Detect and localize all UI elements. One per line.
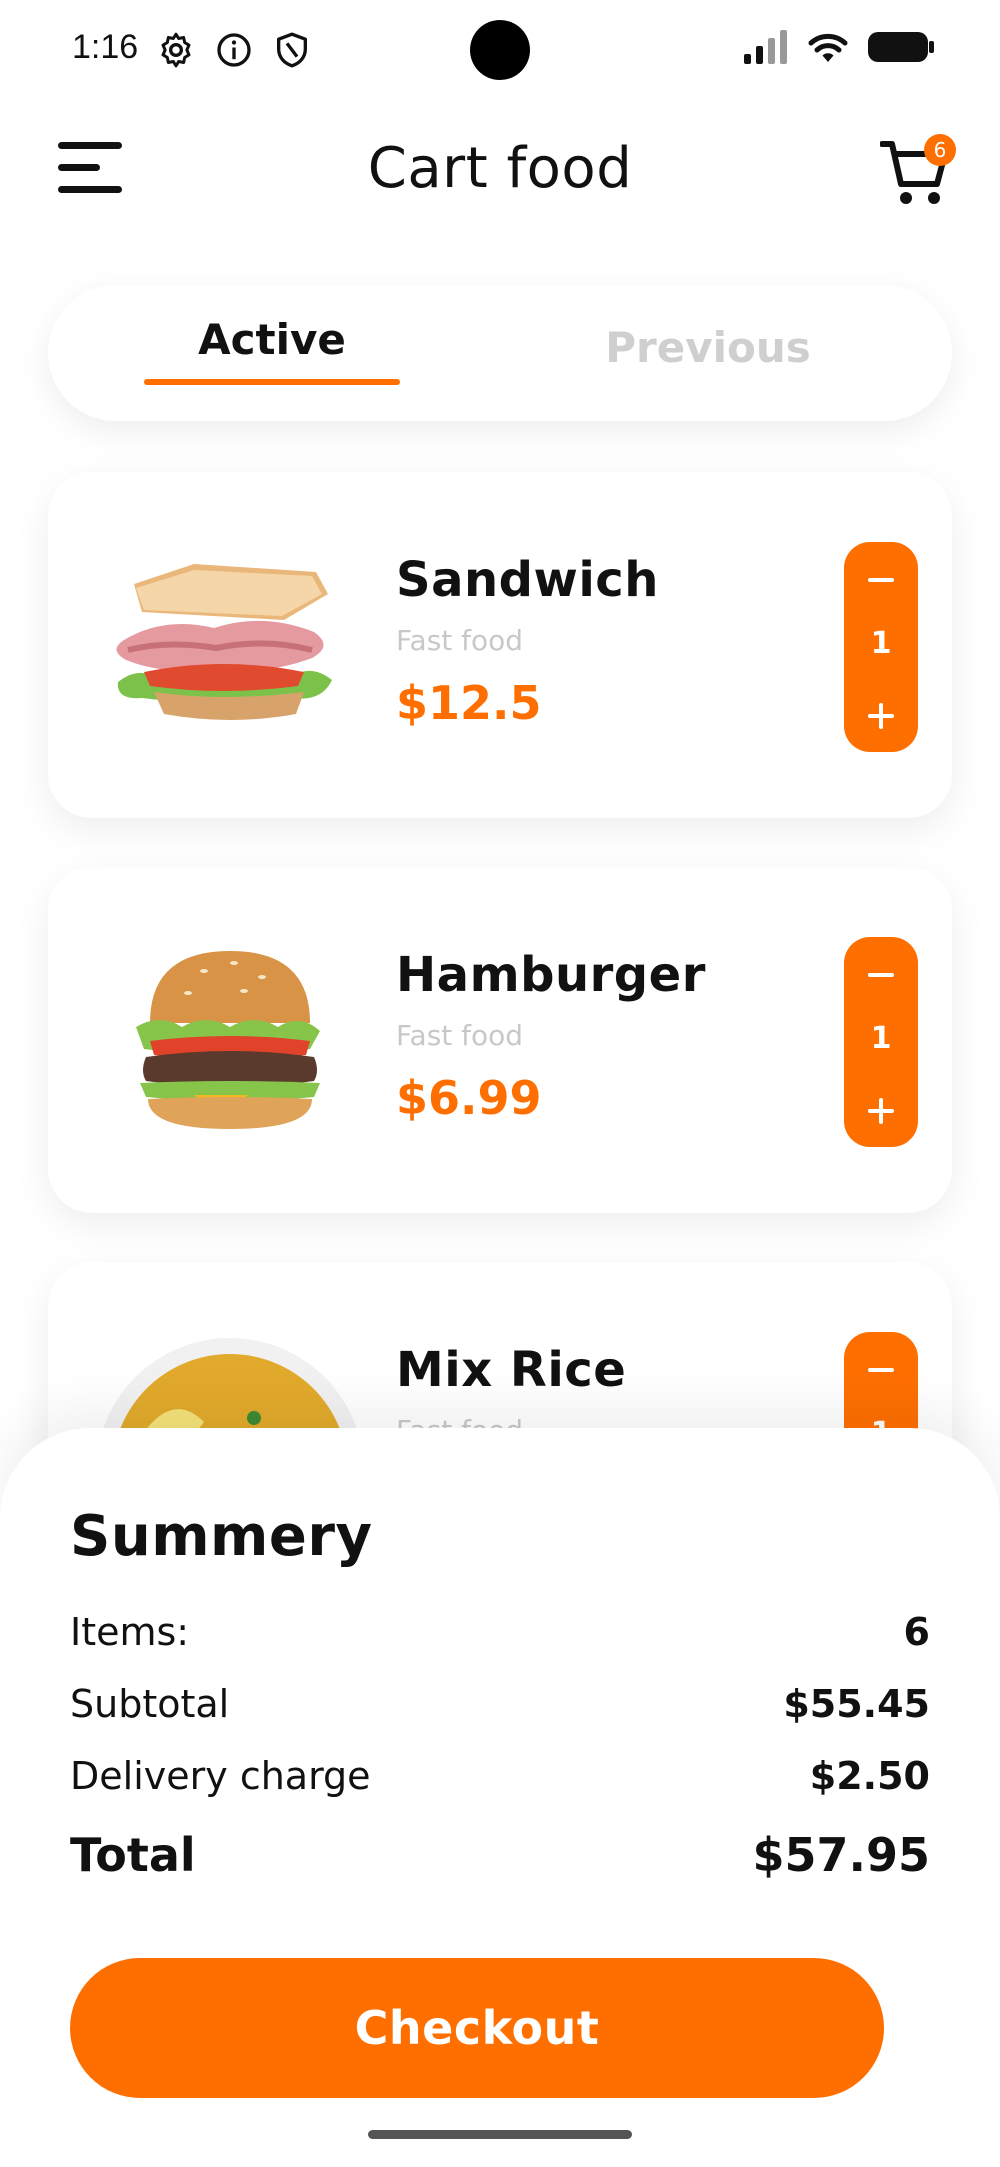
item-name: Hamburger [396,947,706,1003]
status-left-icons [156,30,312,70]
app-header: Cart food 6 [0,120,1000,220]
sandwich-image [116,564,332,720]
item-name: Mix Rice [396,1342,627,1398]
items-label: Items: [70,1610,190,1654]
cart-item-card: Hamburger Fast food $6.99 1 [48,867,952,1213]
item-category: Fast food [396,1019,524,1052]
item-price: $6.99 [396,1071,542,1125]
status-bar: 1:16 [0,0,1000,100]
item-category: Fast food [396,624,524,657]
plus-icon [868,1098,894,1124]
checkout-button[interactable]: Checkout [70,1958,884,2098]
cart-item-card: Sandwich Fast food $12.5 1 [48,472,952,818]
tab-previous[interactable]: Previous [578,323,838,403]
page-title: Cart food [367,136,633,201]
quantity-value: 1 [870,1021,892,1056]
delivery-value: $2.50 [809,1754,930,1798]
summary-items-row: Items: 6 [70,1610,930,1660]
quantity-value: 1 [870,626,892,661]
decrease-button[interactable] [844,945,918,1005]
minus-icon [868,578,894,582]
order-tabs: Active Previous [48,285,952,421]
cart-count-badge: 6 [924,134,956,166]
decrease-button[interactable] [844,1340,918,1400]
quantity-stepper: 1 [844,542,918,752]
item-name: Sandwich [396,552,659,608]
minus-icon [868,973,894,977]
increase-button[interactable] [844,686,918,746]
summary-subtotal-row: Subtotal $55.45 [70,1682,930,1732]
signal-icon [744,30,787,64]
decrease-button[interactable] [844,550,918,610]
shield-icon [277,32,307,68]
total-value: $57.95 [752,1828,930,1882]
summary-delivery-row: Delivery charge $2.50 [70,1754,930,1804]
minus-icon [868,1368,894,1372]
tab-active-label: Active [198,315,346,364]
subtotal-label: Subtotal [70,1682,230,1726]
total-label: Total [70,1828,196,1882]
home-indicator [368,2130,632,2139]
tab-previous-label: Previous [605,323,811,372]
item-price: $12.5 [396,676,542,730]
camera-cutout [470,20,530,80]
cart-button[interactable]: 6 [879,130,956,210]
wifi-icon [808,33,848,62]
plus-icon [868,703,894,729]
status-right-icons [744,30,934,64]
settings-icon [161,32,191,68]
tab-active-underline [144,379,400,385]
battery-icon [868,32,934,62]
info-icon [217,33,251,67]
quantity-stepper: 1 [844,937,918,1147]
summary-title: Summery [70,1504,373,1569]
status-time: 1:16 [72,28,139,66]
subtotal-value: $55.45 [783,1682,930,1726]
items-value: 6 [903,1610,930,1654]
summary-total-row: Total $57.95 [70,1828,930,1888]
tab-active[interactable]: Active [144,315,400,395]
delivery-label: Delivery charge [70,1754,371,1798]
order-summary-sheet: Summery Items: 6 Subtotal $55.45 Deliver… [0,1428,1000,2167]
hamburger-image [136,951,320,1129]
increase-button[interactable] [844,1081,918,1141]
